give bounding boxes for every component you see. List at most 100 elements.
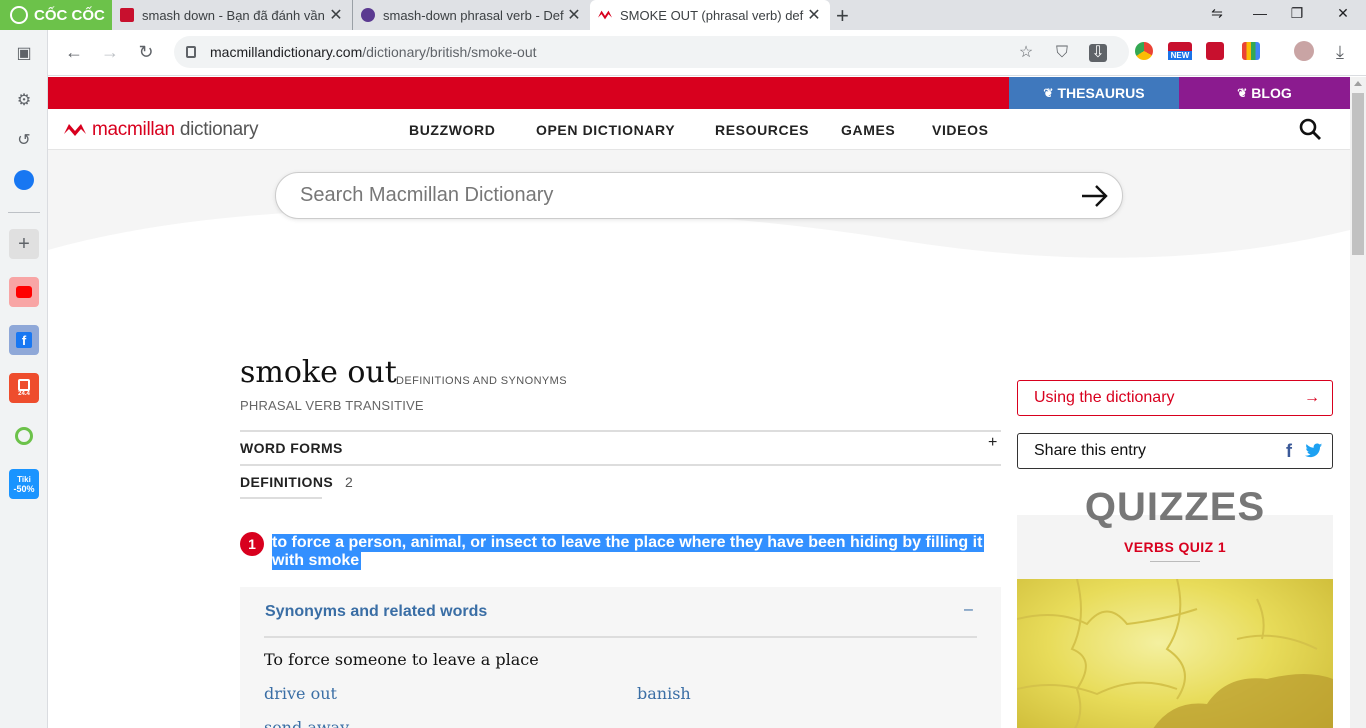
twitter-icon[interactable] [1305,443,1323,459]
macmillan-bird-icon [598,10,612,20]
main-navigation: macmillan dictionary BUZZWORD OPEN DICTI… [48,109,1350,150]
page-viewport: ❦ THESAURUS ❦ BLOG macmillan dictionary … [48,77,1350,728]
expand-icon[interactable]: + [988,434,997,452]
restore-button[interactable]: ❐ [1287,5,1307,22]
blog-link[interactable]: ❦ BLOG [1179,77,1350,109]
facebook-icon[interactable]: f [9,325,39,355]
close-icon[interactable]: ✕ [804,5,824,25]
university-crest-icon [120,8,134,22]
close-icon[interactable]: ✕ [564,5,584,25]
download-page-icon[interactable]: ⇩ [1089,44,1107,62]
back-button[interactable]: ← [62,40,86,64]
definitions-underline [240,497,322,499]
sidebar-toggle-icon[interactable]: ▣ [9,38,39,68]
quizzes-panel: QUIZZES VERBS QUIZ 1 [1017,485,1333,728]
extension-new-icon[interactable]: NEW [1168,42,1192,60]
downloads-icon[interactable]: ⤓ [1328,40,1352,64]
synonym-link[interactable]: send away [264,718,349,728]
tiki-badge: -50% [13,483,35,494]
macmillan-bird-logo-icon [64,124,86,136]
gear-icon[interactable]: ⚙ [9,85,39,115]
bookmark-star-icon[interactable]: ☆ [1017,44,1035,62]
extension-palette-icon[interactable] [1242,42,1260,60]
search-submit-arrow-icon[interactable] [1080,181,1110,211]
nav-resources[interactable]: RESOURCES [715,122,809,138]
add-icon[interactable]: + [9,229,39,259]
browser-toolbar: ← → ↻ macmillandictionary.com /dictionar… [48,30,1366,76]
coccoc-logo[interactable]: CỐC CỐC [0,0,112,30]
sense-number-badge: 1 [240,532,264,556]
tab-smash-down-phrasal[interactable]: smash-down phrasal verb - Defi ✕ [352,0,590,30]
headword-tag: DEFINITIONS AND SYNONYMS [396,375,567,387]
close-icon[interactable]: ✕ [326,5,346,25]
browser-brand: CỐC CỐC [34,6,105,24]
page-scrollbar[interactable] [1350,77,1366,728]
tiki-icon[interactable]: Tiki -50% [9,469,39,499]
sport-icon[interactable] [9,421,39,451]
share-entry-box: Share this entry f [1017,433,1333,469]
reload-button[interactable]: ↻ [134,40,158,64]
tab-smash-down-vn[interactable]: smash down - Bạn đã đánh vần ✕ [112,0,352,30]
tab-title: SMOKE OUT (phrasal verb) defin [620,7,804,23]
url-host: macmillandictionary.com [210,44,363,60]
tiki-label: Tiki [17,474,31,484]
thesaurus-label: THESAURUS [1057,85,1145,101]
quizzes-heading: QUIZZES [1084,485,1266,529]
youtube-icon[interactable] [9,277,39,307]
tab-search-icon[interactable]: ⇋ [1207,5,1227,22]
tab-title: smash down - Bạn đã đánh vần [142,7,325,23]
logo-text-dictionary: dictionary [179,119,259,140]
lock-icon[interactable] [186,46,196,58]
search-placeholder: Search Macmillan Dictionary [300,184,554,206]
messenger-icon[interactable] [9,165,39,195]
extension-chrome-icon[interactable] [1135,42,1153,60]
tab-title: smash-down phrasal verb - Defi [383,7,564,23]
quiz-puzzle-image[interactable] [1017,579,1333,728]
nav-games[interactable]: GAMES [841,122,895,138]
forward-button[interactable]: → [98,40,122,64]
logo-text-macmillan: macmillan [92,119,175,140]
search-input[interactable]: Search Macmillan Dictionary [275,172,1123,219]
new-tab-button[interactable]: + [836,3,849,29]
word-forms-toggle[interactable]: WORD FORMS [240,440,343,456]
using-label: Using the dictionary [1034,389,1175,406]
definitions-count: 2 [345,474,353,490]
close-window-button[interactable]: ✕ [1333,5,1353,22]
history-icon[interactable]: ↺ [9,125,39,155]
search-icon[interactable] [1298,117,1322,141]
facebook-icon[interactable]: f [1286,441,1292,462]
scroll-up-arrow-icon[interactable] [1354,81,1362,86]
extension-red-icon[interactable] [1206,42,1224,60]
using-the-dictionary-link[interactable]: Using the dictionary → [1017,380,1333,416]
divider [264,636,977,638]
tab-smoke-out[interactable]: SMOKE OUT (phrasal verb) defin ✕ [590,0,830,30]
minimize-button[interactable]: — [1250,5,1270,21]
divider [240,464,1001,466]
synonyms-toggle[interactable]: Synonyms and related words [265,603,487,621]
address-bar[interactable]: macmillandictionary.com /dictionary/brit… [174,36,1129,68]
dictionary-globe-icon [361,8,375,22]
macmillan-logo[interactable]: macmillan dictionary [64,119,258,141]
scrollbar-thumb[interactable] [1352,93,1364,255]
puzzle-image-illustration [1017,579,1333,728]
synonyms-subheading: To force someone to leave a place [264,650,539,669]
thesaurus-link[interactable]: ❦ THESAURUS [1009,77,1179,109]
nav-videos[interactable]: VIDEOS [932,122,989,138]
search-hero: Search Macmillan Dictionary [48,150,1350,330]
macmillan-bird-icon: ❦ [1043,86,1054,100]
collapse-icon[interactable]: – [964,601,973,619]
synonyms-panel: Synonyms and related words – To force so… [240,587,1001,728]
quiz-link[interactable]: VERBS QUIZ 1 [1017,539,1333,555]
definition-text-line-1: to force a person, animal, or insect to … [272,534,985,552]
extension-new-badge: NEW [1168,51,1192,60]
divider [1150,561,1200,562]
nav-buzzword[interactable]: BUZZWORD [409,122,495,138]
shield-icon[interactable]: ⛉ [1053,44,1071,62]
shopee-icon[interactable]: 24.4 [9,373,39,403]
synonym-link[interactable]: drive out [264,684,337,703]
shopee-badge: 24.4 [18,390,30,397]
profile-avatar[interactable] [1294,41,1314,61]
headword: smoke out [240,355,397,390]
nav-open-dictionary[interactable]: OPEN DICTIONARY [536,122,675,138]
synonym-link[interactable]: banish [637,684,691,703]
